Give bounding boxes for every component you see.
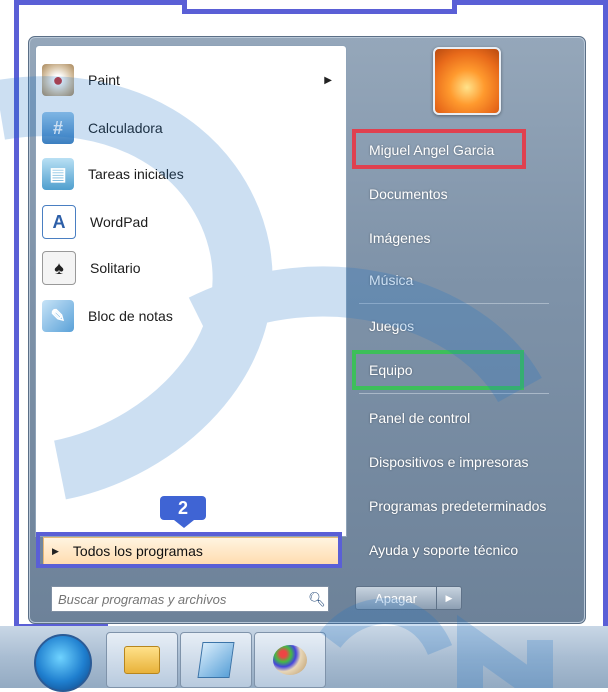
search-input[interactable] <box>52 590 306 608</box>
user-avatar[interactable] <box>433 47 501 115</box>
all-programs-label: Todos los programas <box>72 543 203 559</box>
documentos-link[interactable]: Documentos <box>359 177 579 211</box>
frame-left <box>14 0 19 688</box>
calculator-icon: # <box>42 112 74 144</box>
start-menu: ● Paint ▶ # Calculadora ▤ Tareas inicial… <box>28 36 586 624</box>
panel-de-control-link[interactable]: Panel de control <box>359 401 579 435</box>
search-icon[interactable]: 🔍︎ <box>306 591 328 608</box>
start-orb-icon[interactable] <box>34 634 92 692</box>
shutdown-control[interactable]: Apagar ▶ <box>355 586 462 610</box>
program-solitario[interactable]: ♠ Solitario <box>42 246 340 290</box>
wordpad-icon: A <box>42 205 76 239</box>
programs-pane: ● Paint ▶ # Calculadora ▤ Tareas inicial… <box>35 45 347 537</box>
notepad-icon <box>197 642 235 678</box>
expand-arrow-icon: ▶ <box>52 545 59 556</box>
separator <box>359 393 549 394</box>
paint-icon: ● <box>42 64 74 96</box>
frame-top-right <box>457 0 608 5</box>
all-programs-button[interactable]: ▶ Todos los programas <box>43 537 341 565</box>
program-label: Tareas iniciales <box>88 166 184 182</box>
taskbar-paint[interactable] <box>254 632 326 688</box>
user-name-link[interactable]: Miguel Angel Garcia <box>359 133 579 167</box>
submenu-arrow-icon: ▶ <box>324 74 332 86</box>
shutdown-options-arrow-icon[interactable]: ▶ <box>437 586 462 610</box>
program-label: Solitario <box>90 260 141 276</box>
program-label: Paint <box>88 72 120 88</box>
program-label: Bloc de notas <box>88 308 173 324</box>
shutdown-button[interactable]: Apagar <box>355 586 437 610</box>
program-calculadora[interactable]: # Calculadora <box>42 106 340 150</box>
program-label: Calculadora <box>88 120 163 136</box>
taskbar-explorer[interactable] <box>106 632 178 688</box>
step-badge: 2 <box>160 496 206 520</box>
dispositivos-link[interactable]: Dispositivos e impresoras <box>359 445 579 479</box>
search-box[interactable]: 🔍︎ <box>51 586 329 612</box>
imagenes-link[interactable]: Imágenes <box>359 221 579 255</box>
juegos-link[interactable]: Juegos <box>359 309 579 343</box>
explorer-icon <box>124 646 160 674</box>
frame-top-left <box>14 0 182 5</box>
program-wordpad[interactable]: A WordPad <box>42 200 340 244</box>
step-badge-arrow-icon <box>174 520 194 528</box>
musica-link[interactable]: Música <box>359 263 579 297</box>
program-paint[interactable]: ● Paint ▶ <box>42 58 340 102</box>
programas-predeterminados-link[interactable]: Programas predeterminados <box>359 489 579 523</box>
paint-icon <box>273 645 307 675</box>
program-label: WordPad <box>90 214 149 230</box>
notepad-icon: ✎ <box>42 300 74 332</box>
program-tareas-iniciales[interactable]: ▤ Tareas iniciales <box>42 152 340 196</box>
equipo-link[interactable]: Equipo <box>359 353 579 387</box>
getting-started-icon: ▤ <box>42 158 74 190</box>
program-bloc-de-notas[interactable]: ✎ Bloc de notas <box>42 294 340 338</box>
separator <box>359 303 549 304</box>
frame-top-mid <box>187 9 455 14</box>
frame-right <box>603 0 608 688</box>
solitaire-icon: ♠ <box>42 251 76 285</box>
ayuda-link[interactable]: Ayuda y soporte técnico <box>359 533 579 567</box>
taskbar-notepad[interactable] <box>180 632 252 688</box>
